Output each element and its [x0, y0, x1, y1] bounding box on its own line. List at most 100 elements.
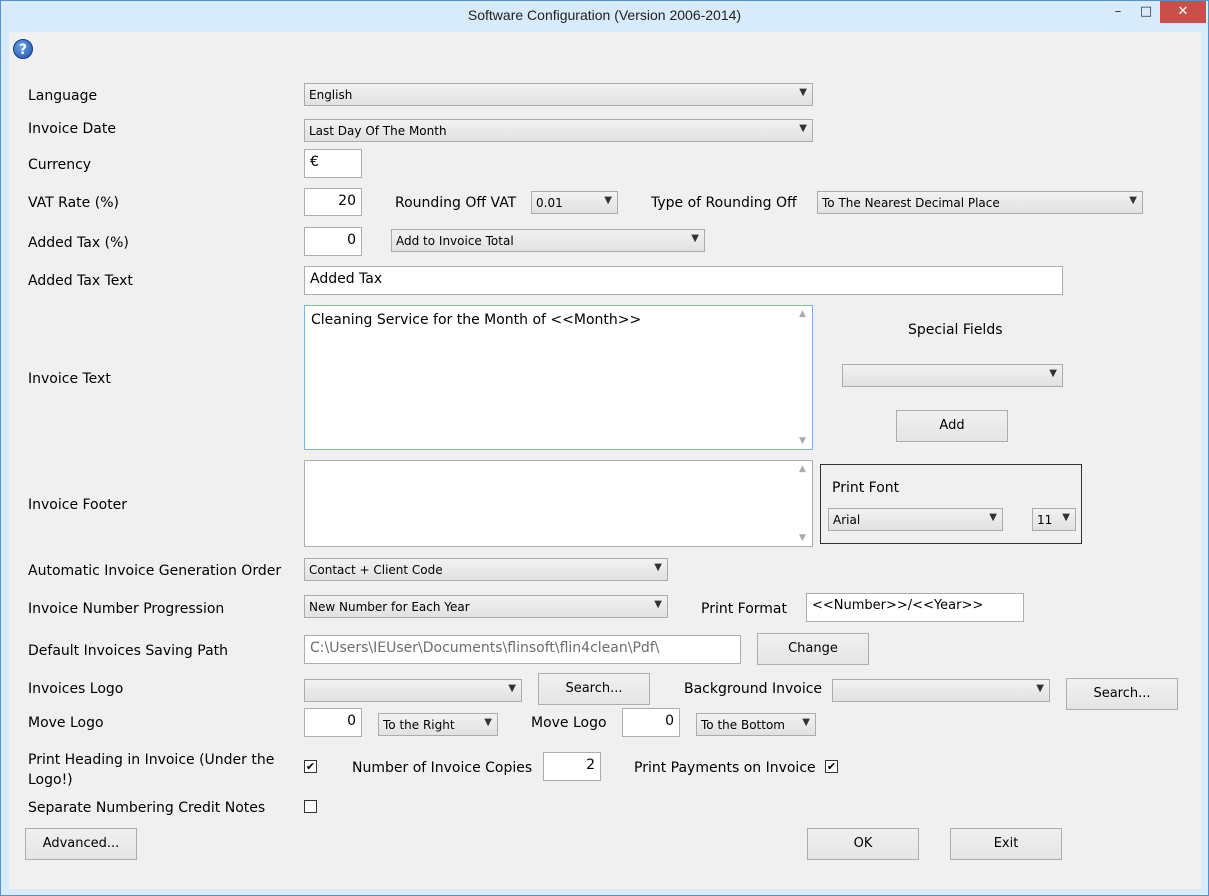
added-tax-label: Added Tax (%): [28, 235, 129, 251]
chevron-down-icon: ▼: [802, 717, 810, 728]
add-special-field-button[interactable]: Add: [896, 410, 1008, 442]
print-font-select[interactable]: Arial ▼: [828, 508, 1003, 531]
scroll-down-icon[interactable]: ▼: [799, 436, 806, 446]
invoice-footer-area[interactable]: ▲ ▼: [304, 460, 813, 547]
number-progression-value: New Number for Each Year: [309, 600, 470, 614]
separate-numbering-checkbox[interactable]: [304, 800, 317, 813]
saving-path-input[interactable]: C:\Users\IEUser\Documents\flinsoft\flin4…: [304, 635, 741, 664]
auto-order-label: Automatic Invoice Generation Order: [28, 563, 282, 579]
chevron-down-icon: ▼: [654, 562, 662, 573]
help-icon[interactable]: ?: [13, 39, 33, 59]
added-tax-mode-select[interactable]: Add to Invoice Total ▼: [391, 229, 705, 252]
exit-button[interactable]: Exit: [950, 828, 1062, 860]
invoice-footer-label: Invoice Footer: [28, 497, 128, 513]
invoice-text-scrollbar[interactable]: ▲ ▼: [796, 306, 812, 449]
advanced-button[interactable]: Advanced...: [25, 828, 137, 860]
chevron-down-icon: ▼: [604, 195, 612, 206]
config-form: ? Language English ▼ Invoice Date Last D…: [9, 32, 1201, 889]
logo-select[interactable]: ▼: [304, 679, 522, 702]
invoice-text-value: Cleaning Service for the Month of <<Mont…: [311, 312, 642, 328]
ok-button[interactable]: OK: [807, 828, 919, 860]
chevron-down-icon: ▼: [989, 512, 997, 523]
move-logo-h-input[interactable]: 0: [304, 708, 362, 737]
chevron-down-icon: ▼: [484, 717, 492, 728]
rounding-type-label: Type of Rounding Off: [651, 195, 797, 211]
invoice-text-label: Invoice Text: [28, 371, 111, 387]
auto-order-select[interactable]: Contact + Client Code ▼: [304, 558, 668, 581]
move-logo-v-input[interactable]: 0: [622, 708, 680, 737]
vat-rate-label: VAT Rate (%): [28, 195, 119, 211]
invoice-date-select[interactable]: Last Day Of The Month ▼: [304, 119, 813, 142]
language-label: Language: [28, 88, 98, 104]
rounding-vat-label: Rounding Off VAT: [395, 195, 517, 211]
auto-order-value: Contact + Client Code: [309, 563, 443, 577]
close-button[interactable]: ✕: [1160, 1, 1206, 23]
chevron-down-icon: ▼: [1062, 512, 1070, 523]
window: Software Configuration (Version 2006-201…: [0, 0, 1209, 896]
number-progression-select[interactable]: New Number for Each Year ▼: [304, 595, 668, 618]
rounding-vat-value: 0.01: [536, 196, 563, 210]
added-tax-text-input[interactable]: Added Tax: [304, 266, 1063, 295]
move-logo-label: Move Logo: [28, 715, 104, 731]
print-payments-label: Print Payments on Invoice: [634, 760, 816, 776]
chevron-down-icon: ▼: [508, 683, 516, 694]
invoice-date-value: Last Day Of The Month: [309, 124, 447, 138]
move-logo-v-value: To the Bottom: [701, 718, 785, 732]
added-tax-input[interactable]: 0: [304, 227, 362, 256]
scroll-up-icon[interactable]: ▲: [799, 309, 806, 319]
rounding-type-value: To The Nearest Decimal Place: [822, 196, 1000, 210]
print-font-group: Print Font Arial ▼ 11 ▼: [820, 464, 1082, 544]
scroll-up-icon[interactable]: ▲: [799, 464, 806, 474]
chevron-down-icon: ▼: [654, 599, 662, 610]
currency-input[interactable]: €: [304, 149, 362, 178]
maximize-button[interactable]: □: [1132, 1, 1160, 23]
number-progression-label: Invoice Number Progression: [28, 601, 225, 617]
currency-label: Currency: [28, 157, 92, 173]
move-logo-h-select[interactable]: To the Right ▼: [378, 713, 498, 736]
move-logo-label-2: Move Logo: [531, 715, 607, 731]
chevron-down-icon: ▼: [1049, 368, 1057, 379]
logo-label: Invoices Logo: [28, 681, 124, 697]
language-value: English: [309, 88, 353, 102]
move-logo-h-value: To the Right: [383, 718, 455, 732]
minimize-button[interactable]: –: [1104, 1, 1132, 23]
chevron-down-icon: ▼: [1129, 195, 1137, 206]
background-invoice-select[interactable]: ▼: [832, 679, 1050, 702]
chevron-down-icon: ▼: [799, 123, 807, 134]
added-tax-text-label: Added Tax Text: [28, 273, 133, 289]
chevron-down-icon: ▼: [1036, 683, 1044, 694]
invoice-date-label: Invoice Date: [28, 121, 116, 137]
print-font-label: Print Font: [832, 480, 900, 496]
move-logo-v-select[interactable]: To the Bottom ▼: [696, 713, 816, 736]
scroll-down-icon[interactable]: ▼: [799, 533, 806, 543]
chevron-down-icon: ▼: [799, 87, 807, 98]
separate-numbering-label: Separate Numbering Credit Notes: [28, 800, 266, 816]
print-heading-label: Print Heading in Invoice (Under the Logo…: [28, 752, 275, 788]
vat-rate-input[interactable]: 20: [304, 188, 362, 216]
title-bar[interactable]: Software Configuration (Version 2006-201…: [1, 1, 1208, 32]
chevron-down-icon: ▼: [691, 233, 699, 244]
background-search-button[interactable]: Search...: [1066, 678, 1178, 710]
copies-input[interactable]: 2: [543, 752, 601, 781]
invoice-text-area[interactable]: Cleaning Service for the Month of <<Mont…: [304, 305, 813, 450]
invoice-footer-scrollbar[interactable]: ▲ ▼: [796, 461, 812, 546]
print-font-size-value: 11: [1037, 513, 1053, 527]
print-format-label: Print Format: [701, 601, 787, 617]
special-fields-select[interactable]: ▼: [842, 364, 1063, 387]
rounding-vat-select[interactable]: 0.01 ▼: [531, 191, 618, 214]
print-font-size-select[interactable]: 11 ▼: [1032, 508, 1076, 531]
print-payments-checkbox[interactable]: ✔: [825, 760, 838, 773]
saving-path-label: Default Invoices Saving Path: [28, 643, 229, 659]
print-font-value: Arial: [833, 513, 861, 527]
special-fields-label: Special Fields: [908, 322, 1003, 338]
language-select[interactable]: English ▼: [304, 83, 813, 106]
print-format-input[interactable]: <<Number>>/<<Year>>: [806, 593, 1024, 622]
background-invoice-label: Background Invoice: [684, 681, 823, 697]
rounding-type-select[interactable]: To The Nearest Decimal Place ▼: [817, 191, 1143, 214]
window-title: Software Configuration (Version 2006-201…: [467, 7, 742, 23]
print-heading-checkbox[interactable]: ✔: [304, 760, 317, 773]
added-tax-mode-value: Add to Invoice Total: [396, 234, 514, 248]
change-path-button[interactable]: Change: [757, 633, 869, 665]
logo-search-button[interactable]: Search...: [538, 673, 650, 705]
copies-label: Number of Invoice Copies: [352, 760, 533, 776]
